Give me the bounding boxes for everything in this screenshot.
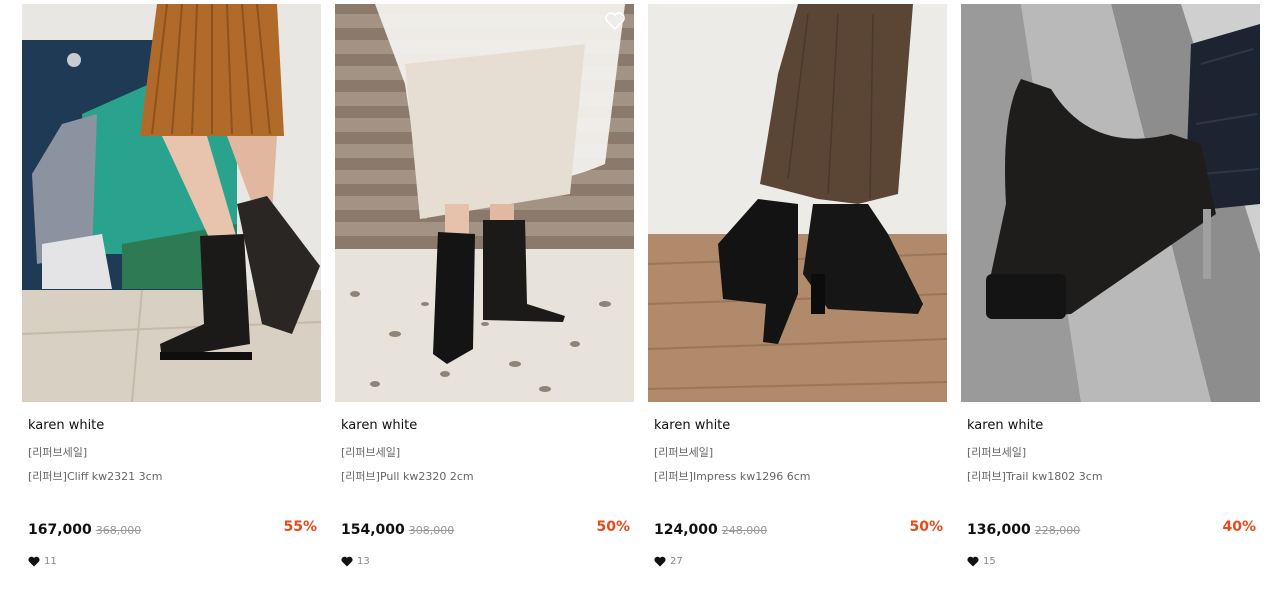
heart-outline-icon [605, 12, 625, 31]
sale-price: 167,000 [28, 522, 92, 538]
heart-filled-icon [28, 556, 40, 566]
price-row: 154,000 308,000 50% [341, 519, 630, 539]
brand-name[interactable]: karen white [28, 418, 104, 433]
original-price: 248,000 [721, 524, 768, 537]
like-count-value: 11 [44, 555, 57, 567]
sale-price: 124,000 [654, 522, 718, 538]
product-card[interactable]: karen white [리퍼브세일] [리퍼브]Pull kw2320 2cm… [335, 4, 634, 584]
product-image[interactable] [961, 4, 1260, 402]
sale-tag: [리퍼브세일] [28, 446, 88, 459]
product-name[interactable]: [리퍼브]Impress kw1296 6cm [654, 468, 811, 484]
original-price: 368,000 [95, 524, 142, 537]
wishlist-button[interactable] [604, 10, 626, 32]
heart-filled-icon [654, 556, 666, 566]
like-count[interactable]: 13 [341, 554, 370, 568]
heart-filled-icon [967, 556, 979, 566]
product-image[interactable] [335, 4, 634, 402]
product-name[interactable]: [리퍼브]Cliff kw2321 3cm [28, 468, 162, 484]
product-name[interactable]: [리퍼브]Pull kw2320 2cm [341, 468, 474, 484]
sale-price: 154,000 [341, 522, 405, 538]
product-card[interactable]: karen white [리퍼브세일] [리퍼브]Trail kw1802 3c… [961, 4, 1260, 584]
heart-filled-icon [341, 556, 353, 566]
brand-name[interactable]: karen white [341, 418, 417, 433]
discount-rate: 50% [596, 519, 630, 535]
original-price: 308,000 [408, 524, 455, 537]
original-price: 228,000 [1034, 524, 1081, 537]
product-name[interactable]: [리퍼브]Trail kw1802 3cm [967, 468, 1103, 484]
product-card[interactable]: karen white [리퍼브세일] [리퍼브]Impress kw1296 … [648, 4, 947, 584]
sale-tag: [리퍼브세일] [341, 446, 401, 459]
like-count[interactable]: 11 [28, 554, 57, 568]
brand-name[interactable]: karen white [967, 418, 1043, 433]
like-count-value: 13 [357, 555, 370, 567]
like-count[interactable]: 15 [967, 554, 996, 568]
price-row: 167,000 368,000 55% [28, 519, 317, 539]
sale-price: 136,000 [967, 522, 1031, 538]
discount-rate: 55% [283, 519, 317, 535]
product-grid: karen white [리퍼브세일] [리퍼브]Cliff kw2321 3c… [0, 0, 1268, 595]
price-row: 136,000 228,000 40% [967, 519, 1256, 539]
product-image[interactable] [648, 4, 947, 402]
sale-tag: [리퍼브세일] [967, 446, 1027, 459]
like-count[interactable]: 27 [654, 554, 683, 568]
like-count-value: 27 [670, 555, 683, 567]
product-card[interactable]: karen white [리퍼브세일] [리퍼브]Cliff kw2321 3c… [22, 4, 321, 584]
like-count-value: 15 [983, 555, 996, 567]
sale-tag: [리퍼브세일] [654, 446, 714, 459]
product-image[interactable] [22, 4, 321, 402]
discount-rate: 40% [1222, 519, 1256, 535]
discount-rate: 50% [909, 519, 943, 535]
price-row: 124,000 248,000 50% [654, 519, 943, 539]
brand-name[interactable]: karen white [654, 418, 730, 433]
